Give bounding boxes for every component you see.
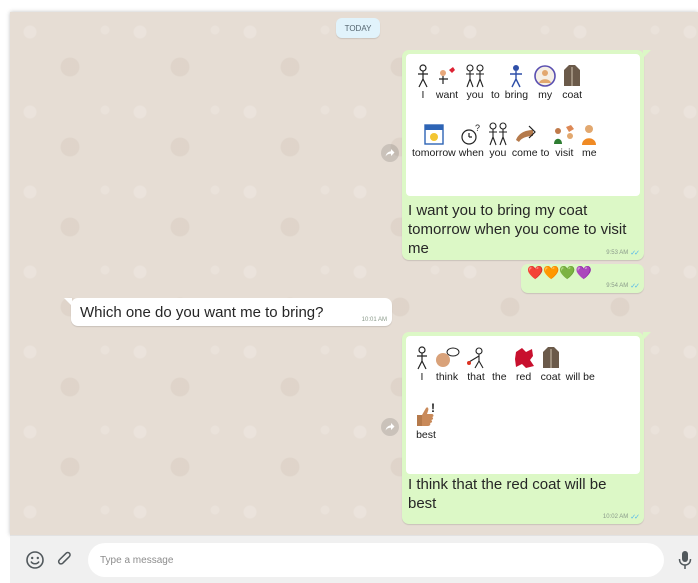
forward-arrow-icon: [385, 423, 395, 431]
emoji-hearts: ❤️🧡💚💜: [527, 265, 592, 280]
attach-button[interactable]: [54, 549, 76, 571]
symbol-best: ! best: [416, 402, 436, 441]
emoji-button[interactable]: [24, 549, 46, 571]
message-time: 10:02 AM: [602, 514, 629, 520]
date-separator: TODAY: [336, 18, 380, 38]
message-text: I want you to bring my coat tomorrow whe…: [408, 202, 627, 257]
smiley-icon: [26, 551, 44, 569]
symbol-to: to: [491, 89, 500, 101]
message-text: Which one do you want me to bring?: [80, 304, 324, 321]
double-check-icon: ✓✓: [630, 514, 640, 521]
symbol-i: I: [415, 344, 429, 383]
symbol-my: my: [533, 62, 557, 101]
bubble-tail: [643, 332, 651, 340]
message-meta: 10:01 AM: [362, 317, 387, 323]
svg-text:?: ?: [475, 123, 480, 133]
symbol-come: come: [512, 120, 538, 159]
symbol-when: ? when: [458, 123, 484, 159]
symbol-you-2: you: [487, 120, 509, 159]
voice-record-button[interactable]: [674, 549, 696, 571]
message-composer: [10, 535, 698, 583]
symbol-i: I: [416, 62, 430, 101]
symbol-to-2: to: [540, 147, 550, 159]
symbol-coat: coat: [562, 62, 582, 101]
symbol-red: red: [512, 344, 536, 383]
symbol-image-card[interactable]: I think that the red coat will be ! best: [406, 336, 640, 474]
message-time: 10:01 AM: [361, 317, 387, 323]
forward-button[interactable]: [381, 144, 399, 162]
conversation-panel[interactable]: TODAY I want you to bring my coat tomorr…: [10, 12, 698, 535]
symbol-me: me: [579, 120, 599, 159]
symbol-visit: visit: [552, 120, 576, 159]
double-check-icon: ✓✓: [630, 250, 640, 257]
whatsapp-window: TODAY I want you to bring my coat tomorr…: [0, 0, 698, 583]
message-time: 9:54 AM: [606, 283, 629, 289]
symbol-you: you: [464, 62, 486, 101]
microphone-icon: [678, 551, 692, 569]
symbol-think: think: [434, 344, 460, 383]
message-text: I think that the red coat will be best: [408, 476, 607, 512]
paperclip-icon: [57, 551, 71, 565]
message-input[interactable]: [88, 543, 664, 577]
symbol-tomorrow: tomorrow: [412, 120, 456, 159]
forward-button[interactable]: [381, 418, 399, 436]
message-meta: 9:54 AM ✓✓: [606, 282, 640, 290]
symbol-want: want: [435, 62, 459, 101]
message-meta: 10:02 AM ✓✓: [602, 513, 640, 521]
symbol-row: tomorrow ? when you come to visit me: [412, 120, 599, 159]
symbol-the: the: [492, 371, 507, 383]
message-meta: 9:53 AM ✓✓: [606, 249, 640, 257]
incoming-message[interactable]: Which one do you want me to bring? 10:01…: [64, 298, 392, 326]
symbol-row: I want you to bring my coat: [416, 62, 582, 101]
bubble-tail: [643, 50, 651, 58]
symbol-row: I think that the red coat will be: [415, 344, 595, 383]
symbol-bring: bring: [505, 62, 528, 101]
double-check-icon: ✓✓: [630, 283, 640, 290]
outgoing-message[interactable]: I think that the red coat will be ! best…: [402, 332, 651, 524]
svg-text:!: !: [431, 402, 435, 415]
symbol-row: ! best: [414, 402, 438, 441]
symbol-that: that: [465, 344, 487, 383]
forward-arrow-icon: [385, 149, 395, 157]
symbol-image-card[interactable]: I want you to bring my coat tomorrow ? w…: [406, 54, 640, 196]
symbol-coat: coat: [541, 344, 561, 383]
message-time: 9:53 AM: [606, 250, 629, 256]
outgoing-message[interactable]: I want you to bring my coat tomorrow ? w…: [402, 50, 651, 260]
outgoing-message[interactable]: ❤️🧡💚💜 9:54 AM ✓✓: [521, 264, 644, 293]
symbol-will-be: will be: [565, 371, 595, 383]
bubble-tail: [64, 298, 72, 306]
